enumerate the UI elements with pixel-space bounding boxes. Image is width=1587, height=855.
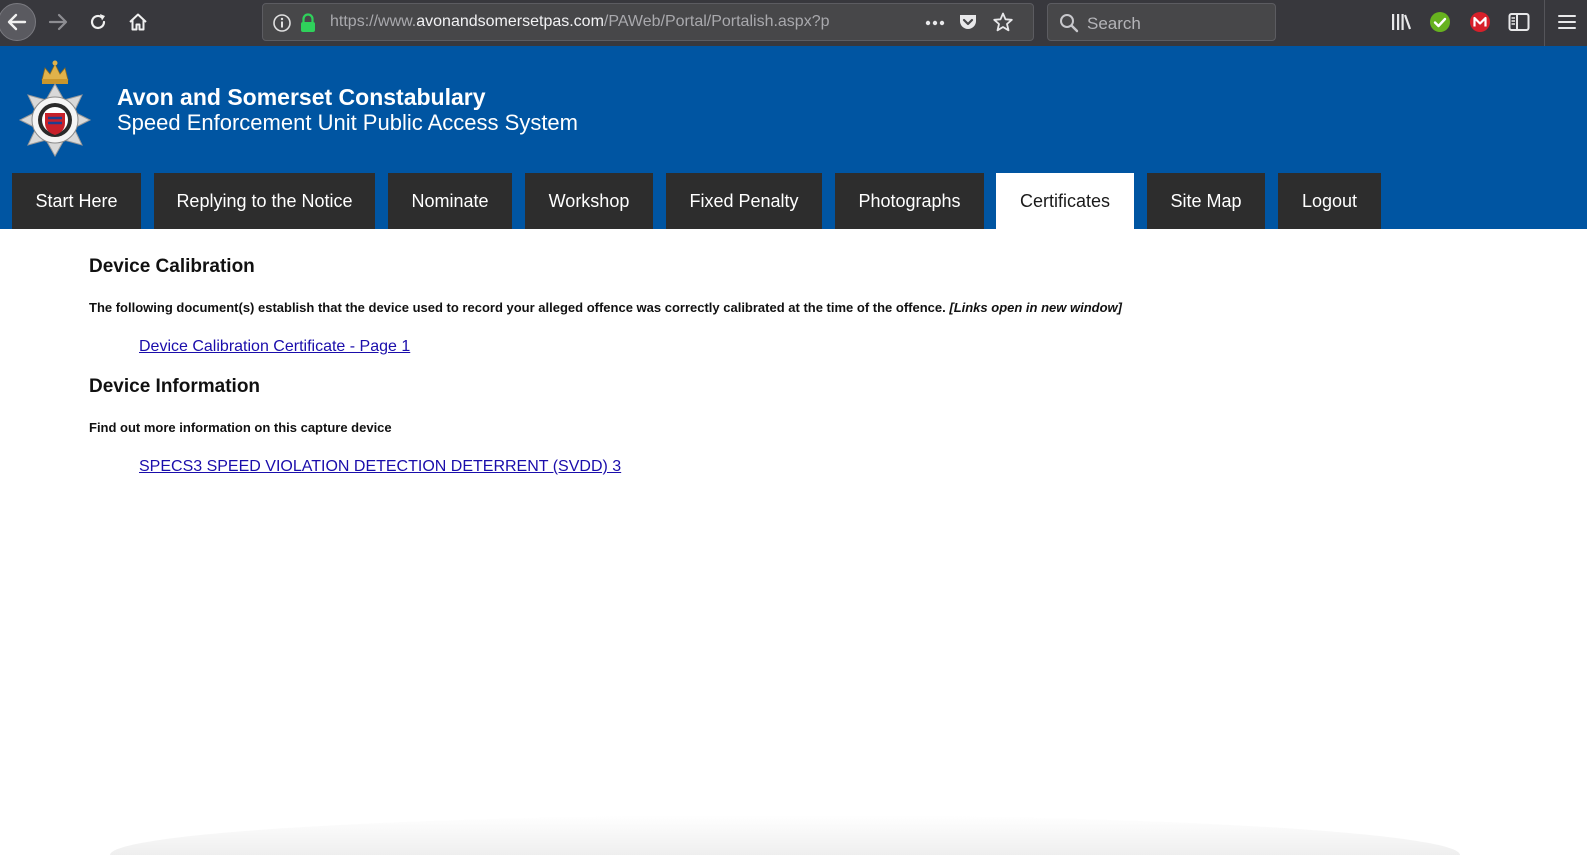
- bookmark-star-icon[interactable]: [992, 11, 1014, 33]
- search-placeholder: Search: [1087, 14, 1141, 33]
- calibration-description-text: The following document(s) establish that…: [89, 300, 946, 315]
- tab-fixed-penalty[interactable]: Fixed Penalty: [666, 173, 822, 229]
- sidebar-icon: [1508, 13, 1530, 31]
- tab-workshop[interactable]: Workshop: [525, 173, 653, 229]
- reload-icon: [90, 14, 106, 30]
- sidebar-button[interactable]: [1505, 8, 1533, 36]
- url-bar[interactable]: https://www.avonandsomersetpas.com/PAWeb…: [262, 3, 1034, 41]
- lock-icon: [301, 13, 315, 32]
- site-header: Avon and Somerset Constabulary Speed Enf…: [0, 46, 1587, 229]
- organisation-name: Avon and Somerset Constabulary: [117, 84, 486, 110]
- url-path: /PAWeb/Portal/Portalish.aspx?p: [603, 13, 830, 30]
- tab-certificates[interactable]: Certificates: [996, 173, 1134, 229]
- device-information-heading: Device Information: [89, 376, 261, 397]
- search-icon: [1060, 14, 1079, 33]
- links-new-window-note: [Links open in new window]: [949, 300, 1122, 315]
- calibration-certificate-link[interactable]: Device Calibration Certificate - Page 1: [139, 338, 410, 356]
- search-box[interactable]: Search: [1047, 3, 1276, 41]
- m-extension-icon: [1470, 12, 1490, 32]
- tab-logout[interactable]: Logout: [1278, 173, 1381, 229]
- home-icon: [129, 13, 147, 31]
- police-crest-logo: [18, 60, 92, 158]
- back-button[interactable]: [0, 3, 36, 41]
- device-information-description: Find out more information on this captur…: [89, 420, 392, 435]
- url-prefix: https://www.: [330, 13, 417, 30]
- tab-nominate[interactable]: Nominate: [388, 173, 512, 229]
- forward-arrow-icon: [48, 13, 68, 31]
- url-domain: avonandsomersetpas.com: [416, 13, 604, 30]
- device-information-link[interactable]: SPECS3 SPEED VIOLATION DETECTION DETERRE…: [139, 458, 621, 476]
- toolbar-separator: [1544, 0, 1545, 46]
- pocket-icon[interactable]: [957, 11, 979, 33]
- back-arrow-icon: [7, 13, 27, 31]
- tab-replying-to-the-notice[interactable]: Replying to the Notice: [154, 173, 375, 229]
- library-icon: [1392, 14, 1412, 30]
- url-text[interactable]: https://www.avonandsomersetpas.com/PAWeb…: [330, 13, 890, 31]
- tab-site-map[interactable]: Site Map: [1147, 173, 1265, 229]
- menu-button[interactable]: [1553, 8, 1581, 36]
- system-name: Speed Enforcement Unit Public Access Sys…: [117, 110, 578, 135]
- info-icon: [273, 14, 291, 32]
- main-nav: Start Here Replying to the Notice Nomina…: [0, 173, 1587, 229]
- browser-toolbar: https://www.avonandsomersetpas.com/PAWeb…: [0, 0, 1587, 46]
- more-icon[interactable]: [923, 13, 947, 33]
- forward-button[interactable]: [39, 3, 77, 41]
- library-button[interactable]: [1387, 8, 1415, 36]
- home-button[interactable]: [119, 3, 157, 41]
- check-extension-button[interactable]: [1426, 8, 1454, 36]
- menu-icon: [1558, 15, 1576, 29]
- footer-shadow: [110, 815, 1460, 855]
- m-extension-button[interactable]: [1466, 8, 1494, 36]
- tab-photographs[interactable]: Photographs: [835, 173, 984, 229]
- check-extension-icon: [1430, 12, 1450, 32]
- tab-start-here[interactable]: Start Here: [12, 173, 141, 229]
- device-calibration-description: The following document(s) establish that…: [89, 300, 1122, 315]
- reload-button[interactable]: [79, 3, 117, 41]
- device-calibration-heading: Device Calibration: [89, 256, 255, 277]
